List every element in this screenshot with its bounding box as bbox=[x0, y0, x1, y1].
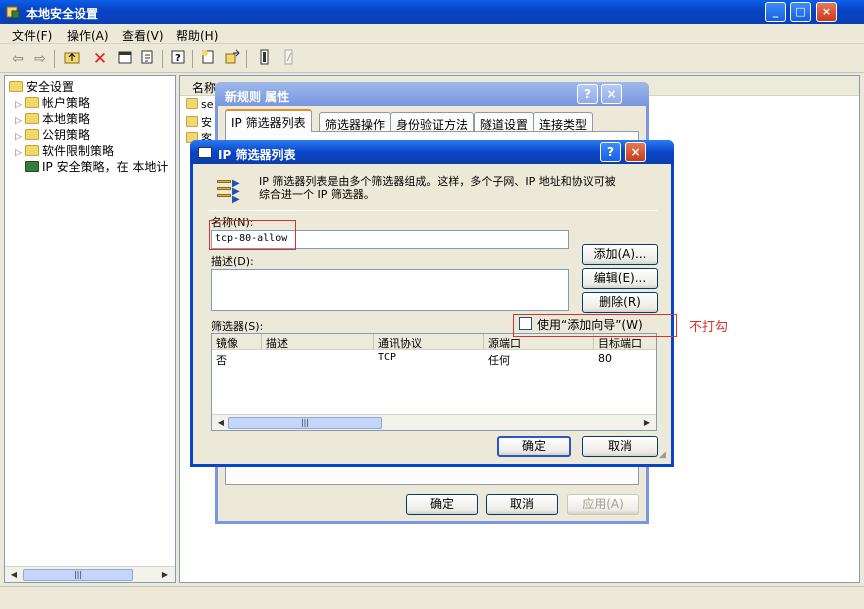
rule-dialog-title-bar: 新规则 属性 ? × bbox=[215, 82, 649, 106]
scroll-right-icon[interactable]: ▶ bbox=[158, 569, 172, 581]
ip-filter-list-dialog: IP 筛选器列表 ? × ▶ ▶ ▶ IP 筛选器列表是由多个筛选器组成。这样，… bbox=[190, 140, 674, 467]
scroll-left-icon[interactable]: ◀ bbox=[7, 569, 21, 581]
scroll-thumb[interactable]: ||| bbox=[23, 569, 133, 581]
filter-cancel-button[interactable]: 取消 bbox=[582, 436, 658, 457]
folder-icon bbox=[25, 113, 39, 124]
filters-horizontal-scrollbar[interactable]: ◀ ||| ▶ bbox=[212, 414, 656, 430]
add-button[interactable]: 添加(A)... bbox=[582, 244, 658, 265]
list-item[interactable]: 安 bbox=[186, 114, 212, 130]
main-title-bar: 本地安全设置 _ □ × bbox=[0, 0, 864, 24]
tree-item-software-restriction[interactable]: ▷ 软件限制策略 bbox=[15, 142, 114, 159]
rule-cancel-button[interactable]: 取消 bbox=[486, 494, 558, 515]
expand-icon[interactable]: ▷ bbox=[15, 100, 25, 110]
tree-item-account-policy[interactable]: ▷ 帐户策略 bbox=[15, 94, 90, 111]
help-button[interactable]: ? bbox=[577, 84, 598, 104]
folder-icon bbox=[25, 129, 39, 140]
description-label: 描述(D): bbox=[211, 255, 254, 268]
cell-source-port: 任何 bbox=[488, 354, 510, 367]
wizard-checkbox-highlight bbox=[513, 314, 677, 337]
filter-dialog-title-bar: IP 筛选器列表 ? × bbox=[190, 140, 674, 164]
assign-icon[interactable] bbox=[222, 49, 242, 69]
rule-ok-button[interactable]: 确定 bbox=[406, 494, 478, 515]
scroll-thumb[interactable]: ||| bbox=[228, 417, 382, 429]
console-tree[interactable]: 安全设置 ▷ 帐户策略 ▷ 本地策略 ▷ 公钥策略 ▷ 软件限制策略 IP 安全策略，在… bbox=[4, 75, 176, 583]
help-icon[interactable]: ? bbox=[168, 49, 188, 69]
column-name[interactable]: 名称 bbox=[192, 79, 216, 96]
new-filter-icon[interactable] bbox=[254, 49, 274, 69]
column-protocol[interactable]: 通讯协议 bbox=[374, 334, 484, 350]
close-button[interactable]: × bbox=[625, 142, 646, 162]
cell-description bbox=[262, 351, 270, 353]
menu-view[interactable]: 查看(V) bbox=[122, 27, 164, 44]
rule-apply-button[interactable]: 应用(A) bbox=[567, 494, 639, 515]
tab-connection-type[interactable]: 连接类型 bbox=[533, 112, 594, 132]
policy-icon bbox=[186, 116, 198, 127]
security-settings-icon bbox=[9, 81, 23, 92]
menu-file[interactable]: 文件(F) bbox=[12, 27, 52, 44]
svg-text:?: ? bbox=[175, 53, 181, 64]
resize-grip-icon[interactable]: ◢ bbox=[659, 450, 671, 462]
properties-icon[interactable] bbox=[115, 49, 135, 69]
help-button[interactable]: ? bbox=[600, 142, 621, 162]
column-description[interactable]: 描述 bbox=[262, 334, 374, 350]
filters-table[interactable]: 镜像 描述 通讯协议 源端口 目标端口 否 TCP 任何 80 ◀ ||| ▶ bbox=[211, 333, 657, 431]
divider bbox=[209, 210, 657, 211]
list-item[interactable]: se bbox=[186, 98, 214, 111]
status-bar bbox=[0, 586, 864, 609]
menu-bar: 文件(F) 操作(A) 查看(V) 帮助(H) bbox=[0, 24, 864, 44]
up-folder-icon[interactable] bbox=[62, 49, 82, 69]
cell-protocol: TCP bbox=[378, 352, 397, 363]
filters-label: 筛选器(S): bbox=[211, 320, 264, 333]
toolbar: ⇦ ⇨ ✕ ? bbox=[0, 45, 864, 73]
tab-tunnel-settings[interactable]: 隧道设置 bbox=[474, 112, 535, 132]
tab-filter-action[interactable]: 筛选器操作 bbox=[319, 112, 392, 132]
tab-auth-methods[interactable]: 身份验证方法 bbox=[390, 112, 475, 132]
close-button[interactable]: × bbox=[816, 2, 837, 22]
toolbar-separator bbox=[54, 50, 55, 68]
cell-destination-port: 80 bbox=[598, 352, 612, 365]
tree-item-local-policy[interactable]: ▷ 本地策略 bbox=[15, 110, 90, 127]
scroll-right-icon[interactable]: ▶ bbox=[640, 417, 654, 429]
expand-icon[interactable]: ▷ bbox=[15, 148, 25, 158]
filter-list-icon: ▶ ▶ ▶ bbox=[215, 178, 245, 206]
minimize-button[interactable]: _ bbox=[765, 2, 786, 22]
cell-mirror: 否 bbox=[216, 354, 227, 367]
menu-help[interactable]: 帮助(H) bbox=[176, 27, 218, 44]
tree-item-ip-security[interactable]: IP 安全策略，在 本地计 bbox=[25, 158, 168, 175]
back-icon[interactable]: ⇦ bbox=[8, 49, 28, 69]
tree-item-public-key-policy[interactable]: ▷ 公钥策略 bbox=[15, 126, 90, 143]
ip-security-icon bbox=[25, 161, 39, 172]
folder-icon bbox=[25, 97, 39, 108]
intro-text-line2: 综合进一个 IP 筛选器。 bbox=[259, 188, 375, 201]
tab-ip-filter-list[interactable]: IP 筛选器列表 bbox=[225, 109, 312, 132]
folder-icon bbox=[25, 145, 39, 156]
export-icon[interactable] bbox=[138, 49, 158, 69]
name-field-highlight bbox=[209, 220, 296, 250]
column-mirror[interactable]: 镜像 bbox=[212, 334, 262, 350]
filter-ok-button[interactable]: 确定 bbox=[497, 436, 571, 457]
menu-action[interactable]: 操作(A) bbox=[67, 27, 109, 44]
toolbar-separator bbox=[162, 50, 163, 68]
close-button[interactable]: × bbox=[601, 84, 622, 104]
window-icon bbox=[198, 147, 212, 158]
local-security-icon bbox=[6, 5, 20, 19]
expand-icon[interactable]: ▷ bbox=[15, 116, 25, 126]
toolbar-separator bbox=[192, 50, 193, 68]
forward-icon[interactable]: ⇨ bbox=[30, 49, 50, 69]
maximize-button[interactable]: □ bbox=[790, 2, 811, 22]
remove-button[interactable]: 删除(R) bbox=[582, 292, 658, 313]
tree-horizontal-scrollbar[interactable]: ◀ ||| ▶ bbox=[5, 566, 175, 582]
window-title: 本地安全设置 bbox=[26, 7, 99, 21]
tree-root[interactable]: 安全设置 bbox=[9, 78, 74, 95]
annotation-text: 不打勾 bbox=[689, 320, 729, 335]
new-action-icon[interactable] bbox=[278, 49, 298, 69]
delete-icon[interactable]: ✕ bbox=[90, 49, 110, 69]
policy-icon bbox=[186, 98, 198, 109]
description-input[interactable] bbox=[211, 269, 569, 311]
add-policy-icon[interactable] bbox=[198, 49, 218, 69]
edit-button[interactable]: 编辑(E)... bbox=[582, 268, 658, 289]
scroll-left-icon[interactable]: ◀ bbox=[214, 417, 228, 429]
toolbar-separator bbox=[246, 50, 247, 68]
expand-icon[interactable]: ▷ bbox=[15, 132, 25, 142]
